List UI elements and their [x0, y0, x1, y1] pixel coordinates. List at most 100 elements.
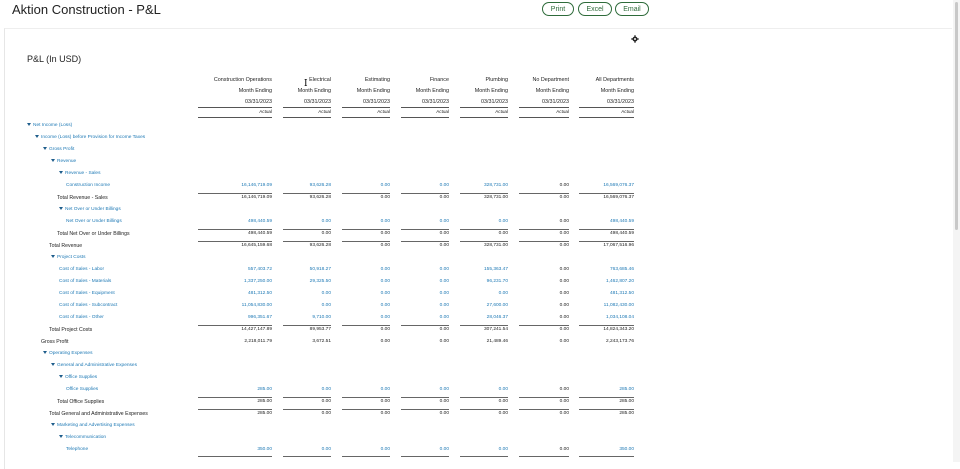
- cell-value[interactable]: 350.00: [212, 447, 272, 452]
- caret-down-icon[interactable]: [59, 207, 63, 211]
- caret-down-icon[interactable]: [59, 171, 63, 175]
- caret-down-icon[interactable]: [59, 375, 63, 379]
- cell-value[interactable]: 0.00: [389, 267, 449, 272]
- caret-down-icon[interactable]: [43, 351, 47, 355]
- row-label[interactable]: Telephone: [66, 447, 88, 452]
- caret-down-icon[interactable]: [51, 159, 55, 163]
- group-row[interactable]: Office Supplies: [0, 374, 950, 386]
- account-row[interactable]: Cost of Sales - Materials 1,337,250.00 29,…: [0, 278, 950, 290]
- cell-value[interactable]: 0.00: [330, 291, 390, 296]
- row-label[interactable]: Operating Expenses: [43, 351, 92, 356]
- cell-value[interactable]: 0.00: [271, 291, 331, 296]
- cell-value[interactable]: 0.00: [389, 183, 449, 188]
- group-row[interactable]: Gross Profit: [0, 146, 950, 158]
- cell-value[interactable]: 0.00: [330, 267, 390, 272]
- gear-icon[interactable]: [631, 35, 639, 43]
- group-row[interactable]: Income (Loss) before Provision for Incom…: [0, 134, 950, 146]
- account-row[interactable]: Cost of Sales - Equipment 481,312.50 0.00 0…: [0, 290, 950, 302]
- excel-button[interactable]: Excel: [578, 2, 612, 16]
- cell-value[interactable]: 0.00: [330, 219, 390, 224]
- cell-value[interactable]: 481,312.50: [574, 291, 634, 296]
- cell-value[interactable]: 0.00: [389, 303, 449, 308]
- cell-value[interactable]: 0.00: [389, 315, 449, 320]
- cell-value[interactable]: 0.00: [389, 387, 449, 392]
- caret-down-icon[interactable]: [43, 147, 47, 151]
- cell-value[interactable]: 0.00: [330, 315, 390, 320]
- cell-value[interactable]: 557,403.72: [212, 267, 272, 272]
- cell-value[interactable]: 0.00: [389, 219, 449, 224]
- cell-value[interactable]: 16,146,719.09: [212, 183, 272, 188]
- row-label[interactable]: Revenue - Sales: [59, 171, 100, 176]
- cell-value[interactable]: 328,731.00: [448, 183, 508, 188]
- caret-down-icon[interactable]: [27, 123, 31, 127]
- cell-value[interactable]: 996,351.67: [212, 315, 272, 320]
- caret-down-icon[interactable]: [59, 435, 63, 439]
- cell-value[interactable]: 0.00: [330, 303, 390, 308]
- caret-down-icon[interactable]: [51, 423, 55, 427]
- cell-value[interactable]: 27,600.00: [448, 303, 508, 308]
- group-row[interactable]: Revenue - Sales: [0, 170, 950, 182]
- group-row[interactable]: Marketing and Advertising Expenses: [0, 422, 950, 434]
- cell-value[interactable]: 0.00: [330, 387, 390, 392]
- row-label[interactable]: Revenue: [51, 159, 76, 164]
- cell-value[interactable]: 11,082,430.00: [574, 303, 634, 308]
- group-row[interactable]: Revenue: [0, 158, 950, 170]
- row-label[interactable]: Office Supplies: [66, 387, 98, 392]
- row-label[interactable]: Telecommunication: [59, 435, 106, 440]
- row-label[interactable]: Income (Loss) before Provision for Incom…: [35, 135, 145, 140]
- cell-value[interactable]: 9,710.00: [271, 315, 331, 320]
- caret-down-icon[interactable]: [35, 135, 39, 139]
- caret-down-icon[interactable]: [51, 255, 55, 259]
- row-label[interactable]: Marketing and Advertising Expenses: [51, 423, 135, 428]
- cell-value[interactable]: 0.00: [271, 447, 331, 452]
- caret-down-icon[interactable]: [51, 363, 55, 367]
- cell-value[interactable]: 0.00: [389, 279, 449, 284]
- row-label[interactable]: Cost of Sales - Subcontract: [59, 303, 117, 308]
- cell-value[interactable]: 155,363.47: [448, 267, 508, 272]
- cell-value[interactable]: 0.00: [330, 447, 390, 452]
- cell-value[interactable]: 763,685.46: [574, 267, 634, 272]
- row-label[interactable]: Project Costs: [51, 255, 86, 260]
- row-label[interactable]: Net Over or Under Billings: [59, 207, 121, 212]
- cell-value[interactable]: 0.00: [448, 447, 508, 452]
- cell-value[interactable]: 1,337,250.00: [212, 279, 272, 284]
- row-label[interactable]: Cost of Sales - Materials: [59, 279, 111, 284]
- cell-value[interactable]: 29,325.50: [271, 279, 331, 284]
- cell-value[interactable]: 0.00: [389, 447, 449, 452]
- cell-value[interactable]: 50,918.27: [271, 267, 331, 272]
- row-label[interactable]: Office Supplies: [59, 375, 97, 380]
- cell-value[interactable]: 350.00: [574, 447, 634, 452]
- group-row[interactable]: Net Over or Under Billings: [0, 206, 950, 218]
- cell-value[interactable]: 0.00: [389, 291, 449, 296]
- group-row[interactable]: Telecommunication: [0, 434, 950, 446]
- account-row[interactable]: Cost of Sales - Labor 557,403.72 50,918.27…: [0, 266, 950, 278]
- cell-value[interactable]: 96,231.70: [448, 279, 508, 284]
- row-label[interactable]: Cost of Sales - Other: [59, 315, 104, 320]
- row-label[interactable]: General and Administrative Expenses: [51, 363, 137, 368]
- cell-value[interactable]: 0.00: [448, 219, 508, 224]
- group-row[interactable]: General and Administrative Expenses: [0, 362, 950, 374]
- cell-value[interactable]: 285.00: [212, 387, 272, 392]
- row-label[interactable]: Construction Income: [66, 183, 110, 188]
- row-label[interactable]: Net Over or Under Billings: [66, 219, 122, 224]
- cell-value[interactable]: 93,626.28: [271, 183, 331, 188]
- cell-value[interactable]: 481,312.50: [212, 291, 272, 296]
- cell-value[interactable]: 0.00: [448, 387, 508, 392]
- scrollbar-thumb[interactable]: [955, 2, 958, 230]
- cell-value[interactable]: 498,440.59: [212, 219, 272, 224]
- cell-value[interactable]: 0.00: [330, 183, 390, 188]
- cell-value[interactable]: 1,462,807.20: [574, 279, 634, 284]
- email-button[interactable]: Email: [615, 2, 649, 16]
- cell-value[interactable]: 0.00: [330, 279, 390, 284]
- cell-value[interactable]: 11,054,830.00: [212, 303, 272, 308]
- cell-value[interactable]: 1,034,108.04: [574, 315, 634, 320]
- cell-value[interactable]: 0.00: [271, 387, 331, 392]
- cell-value[interactable]: 498,440.59: [574, 219, 634, 224]
- account-row[interactable]: Cost of Sales - Subcontract 11,054,830.00…: [0, 302, 950, 314]
- print-button[interactable]: Print: [542, 2, 574, 16]
- cell-value[interactable]: 28,046.37: [448, 315, 508, 320]
- group-row[interactable]: Net Income (Loss): [0, 122, 950, 134]
- row-label[interactable]: Gross Profit: [43, 147, 74, 152]
- cell-value[interactable]: 285.00: [574, 387, 634, 392]
- cell-value[interactable]: 16,569,076.37: [574, 183, 634, 188]
